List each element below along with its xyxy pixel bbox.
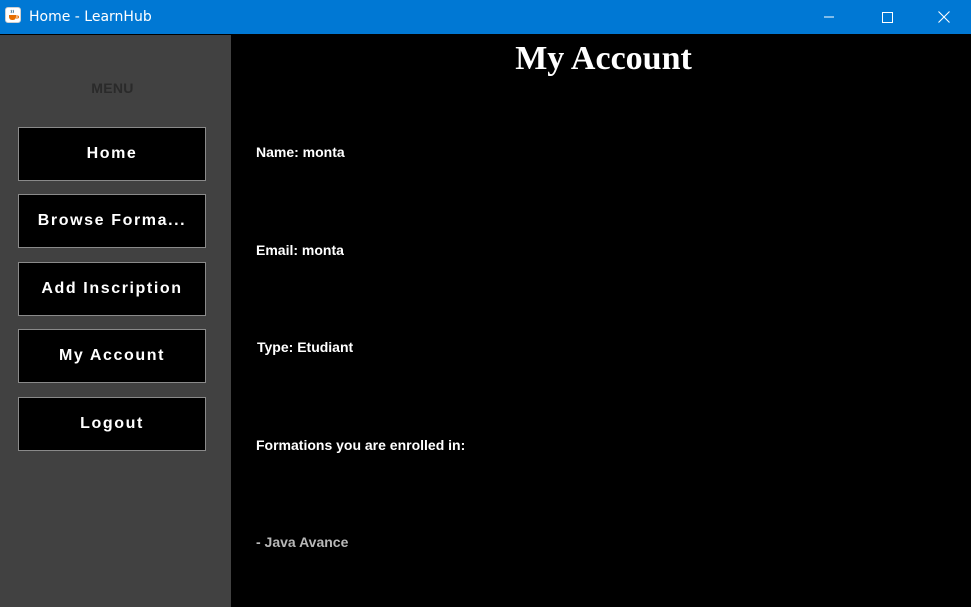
close-button[interactable] <box>916 0 971 34</box>
menu-label: MENU <box>91 80 134 96</box>
maximize-icon <box>881 11 893 23</box>
browse-formations-button[interactable]: Browse Forma... <box>18 194 206 248</box>
window-title: Home - LearnHub <box>29 9 152 25</box>
java-cup-icon <box>5 7 21 23</box>
add-inscription-button[interactable]: Add Inscription <box>18 262 206 316</box>
page-title: My Account <box>515 40 692 77</box>
minimize-icon <box>824 16 834 18</box>
title-bar[interactable]: Home - LearnHub <box>0 0 971 34</box>
my-account-button[interactable]: My Account <box>18 329 206 383</box>
type-label: Type: Etudiant <box>257 339 354 355</box>
course-item: - Java Avance <box>256 534 349 550</box>
maximize-button[interactable] <box>858 0 916 34</box>
logout-button[interactable]: Logout <box>18 397 206 451</box>
enrolled-heading: Formations you are enrolled in: <box>256 437 466 453</box>
account-panel: My Account Name: monta Email: monta Type… <box>231 35 971 607</box>
close-icon <box>937 11 950 23</box>
minimize-button[interactable] <box>800 0 858 34</box>
name-label: Name: monta <box>256 144 345 160</box>
email-label: Email: monta <box>256 242 344 258</box>
sidebar: MENU Home Browse Forma... Add Inscriptio… <box>0 35 231 607</box>
home-button[interactable]: Home <box>18 127 206 181</box>
